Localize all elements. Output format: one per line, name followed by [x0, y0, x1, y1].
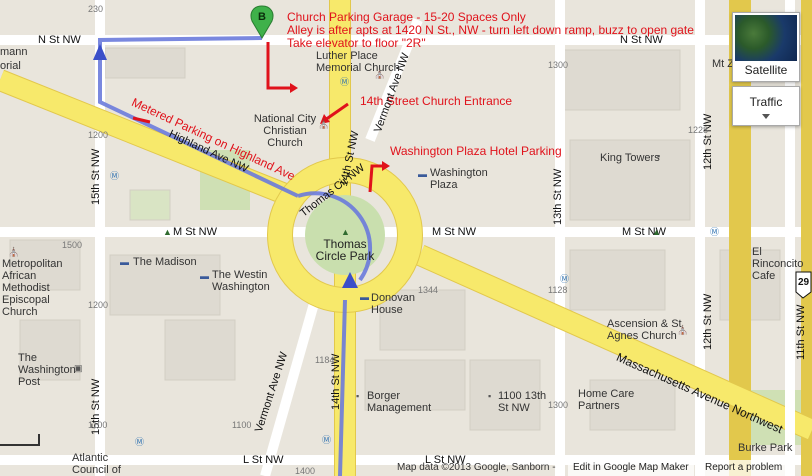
- tree-icon: ▲: [163, 227, 172, 237]
- m-st-label-left: M St NW: [173, 226, 217, 238]
- metro-icon: Ⓜ: [135, 437, 145, 447]
- n-st-label-left: N St NW: [38, 34, 81, 46]
- church-icon: ⛪: [677, 325, 689, 335]
- borger-label: Borger Management: [367, 390, 432, 414]
- address-number: 1500: [62, 240, 83, 250]
- building-icon: ▪: [657, 151, 661, 161]
- ascension-label: Ascension & St Agnes Church: [607, 318, 682, 342]
- national-city-label: National City Christian Church: [253, 113, 317, 149]
- address-number: 1300: [548, 400, 569, 410]
- building-icon: ▪: [356, 391, 360, 401]
- home-care-label: Home Care Partners: [578, 388, 635, 412]
- m-st-label-mid: M St NW: [432, 226, 476, 238]
- address-number: 1184: [315, 355, 335, 365]
- thirteenth-st-label: 13th St NW: [552, 168, 564, 225]
- burke-park-label: Burke Park: [738, 442, 793, 454]
- atlantic-label: Atlantic Council of Us: [72, 452, 121, 476]
- address-number: 1100: [232, 420, 252, 430]
- satellite-label: Satellite: [744, 63, 788, 77]
- church-icon: ⛪: [374, 69, 386, 79]
- edit-in-map-maker-link[interactable]: Edit in Google Map Maker: [568, 460, 694, 476]
- address-number: 1200: [88, 300, 109, 310]
- fifteenth-st-top-label: 15th St NW: [90, 148, 102, 205]
- traffic-toggle-button[interactable]: Traffic: [732, 86, 800, 126]
- the-madison-label: The Madison: [133, 256, 197, 268]
- church-icon: ⛪: [8, 247, 20, 257]
- metro-icon: Ⓜ: [110, 171, 120, 181]
- metro-icon: Ⓜ: [322, 435, 332, 445]
- scale-bar: [0, 434, 40, 446]
- address-number: 1400: [295, 466, 316, 476]
- satellite-toggle-button[interactable]: Satellite: [732, 12, 800, 82]
- address-number: 230: [88, 4, 104, 14]
- eleventh-st-label: 11th St NW: [795, 304, 807, 360]
- hotel-icon: ▬: [200, 271, 209, 281]
- address-number: 1200: [88, 130, 109, 140]
- donovan-house-label: Donovan House: [371, 292, 416, 316]
- twelfth-st-bottom-label: 12th St NW: [702, 293, 714, 350]
- hotel-parking-annotation: Washington Plaza Hotel Parking: [390, 144, 562, 158]
- mt-z-label: Mt Z: [712, 58, 734, 70]
- satellite-thumbnail: [735, 15, 797, 61]
- hotel-icon: ▬: [418, 169, 427, 179]
- washington-plaza-label: Washington Plaza: [430, 167, 488, 191]
- newspaper-icon: ▣: [74, 363, 83, 373]
- address-number: 1128: [548, 285, 568, 295]
- manna-partial-label: mann: [0, 46, 28, 58]
- washington-post-label: The Washington Post: [18, 352, 76, 388]
- traffic-label: Traffic: [749, 95, 783, 109]
- luther-place-label: Luther Place Memorial Church: [316, 50, 400, 74]
- n-st-label-right: N St NW: [620, 34, 663, 46]
- map-data-attribution: Map data ©2013 Google, Sanborn -: [397, 462, 556, 473]
- metro-icon: Ⓜ: [340, 77, 350, 87]
- address-number: 1100: [88, 420, 108, 430]
- chevron-down-icon: [762, 114, 770, 119]
- tree-icon: ▲: [652, 227, 661, 237]
- orial-partial-label: orial: [0, 60, 21, 72]
- marker-b-label: B: [258, 11, 266, 23]
- address-number: 1228: [688, 125, 709, 135]
- route-29-shield: 29: [798, 277, 810, 288]
- building-icon: ▪: [488, 391, 492, 401]
- metro-icon: Ⓜ: [710, 227, 720, 237]
- address-number: 1344: [418, 285, 439, 295]
- king-towers-label: King Towers: [600, 152, 660, 164]
- tree-icon: ▲: [341, 227, 350, 237]
- report-problem-link[interactable]: Report a problem: [700, 460, 788, 476]
- the-westin-label: The Westin Washington: [212, 269, 270, 293]
- l-st-label-left: L St NW: [243, 454, 284, 466]
- address-number: 1300: [548, 60, 569, 70]
- hotel-icon: ▬: [120, 257, 129, 267]
- church-icon: ⛪: [318, 119, 330, 129]
- metro-icon: Ⓜ: [560, 274, 570, 284]
- garage-annotation-line3: Take elevator to floor "2R": [287, 36, 426, 50]
- metropolitan-label: Metropolitan African Methodist Episcopal…: [2, 258, 63, 318]
- twelfth-st-top-label: 12th St NW: [702, 113, 714, 170]
- hotel-icon: ▬: [360, 292, 369, 302]
- thomas-circle-park-label: Thomas Circle Park: [315, 237, 375, 263]
- map-canvas[interactable]: B Church Parking Garage - 15-20 Spaces O…: [0, 0, 812, 476]
